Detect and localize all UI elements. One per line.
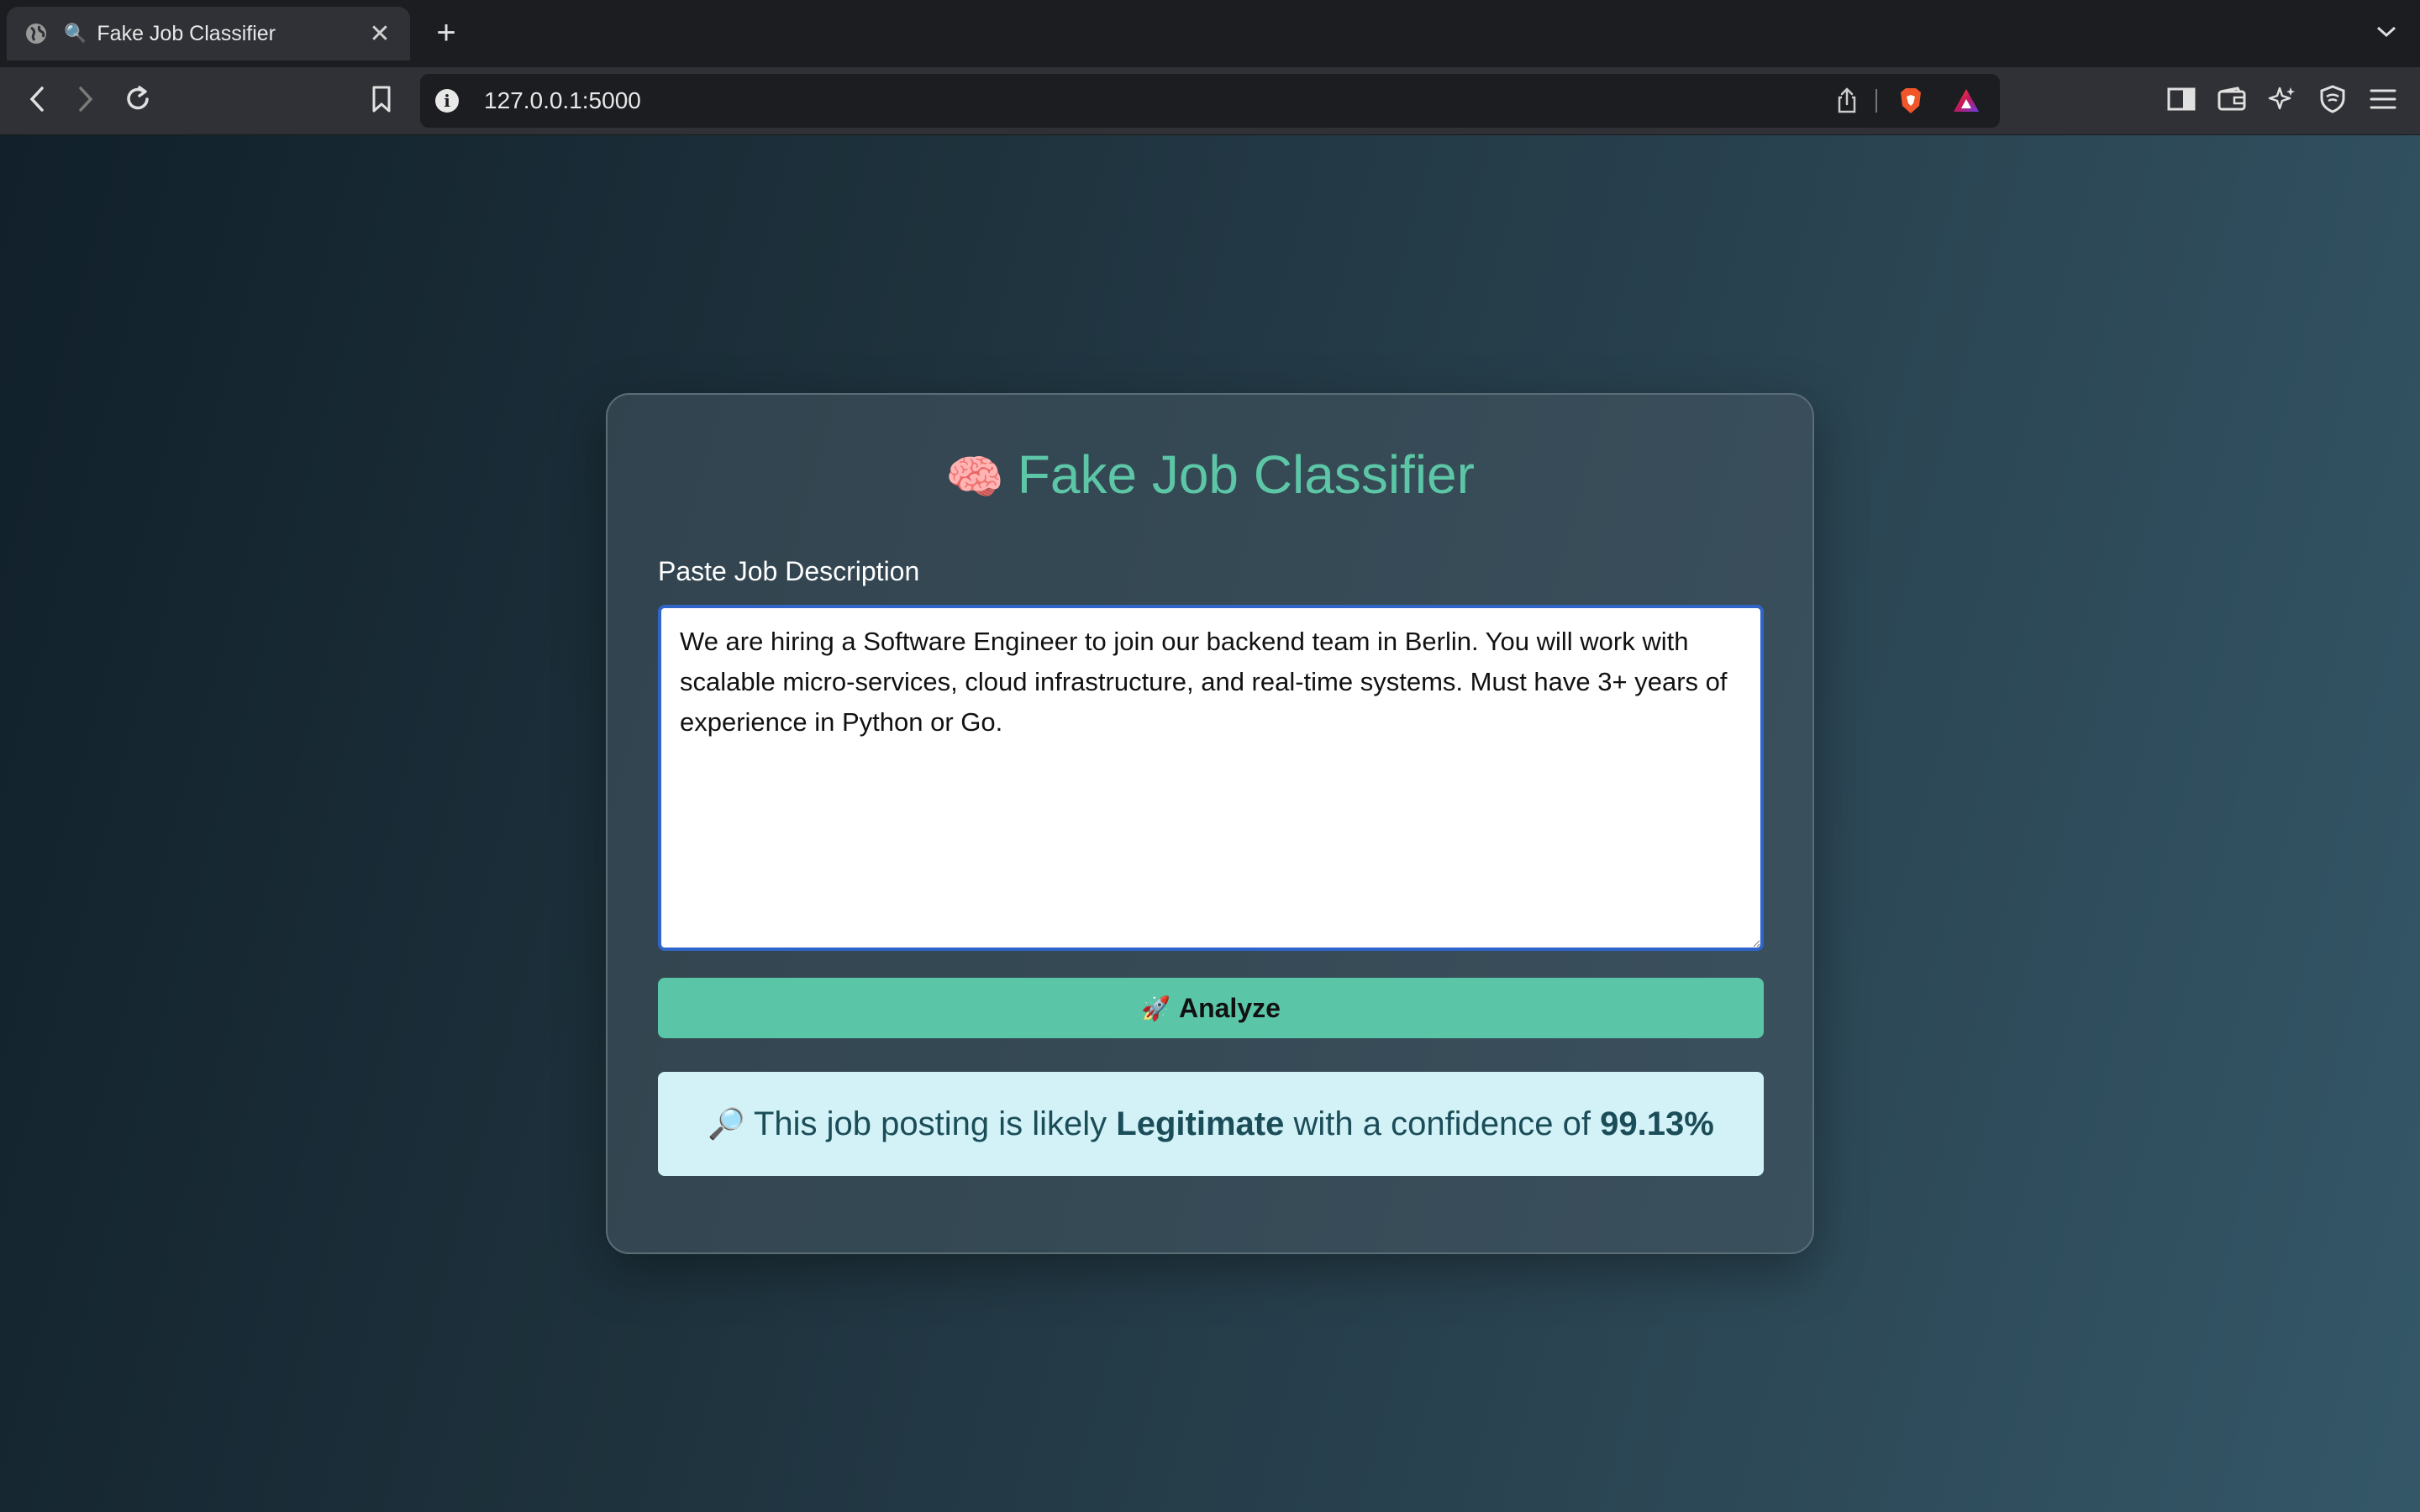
globe-icon [24,21,49,46]
reload-button[interactable] [121,84,155,118]
classifier-card: 🧠 Fake Job Classifier Paste Job Descripti… [606,393,1814,1254]
description-label: Paste Job Description [658,556,920,586]
forward-button[interactable] [69,84,103,118]
bookmark-icon [371,85,392,118]
magnifier-icon: 🔎 [708,1106,745,1141]
divider [1876,89,1877,113]
brain-icon: 🧠 [945,450,1004,503]
browser-tab-strip: 🔍 Fake Job Classifier ✕ + [0,0,2420,67]
result-confidence: 99.13% [1600,1105,1714,1142]
new-tab-button[interactable]: + [432,12,460,54]
description-field-frame: We are hiring a Software Engineer to joi… [658,605,1764,951]
result-verdict: Legitimate [1116,1105,1285,1142]
vpn-button[interactable] [2316,84,2349,118]
browser-tab[interactable]: 🔍 Fake Job Classifier ✕ [7,7,410,60]
sidebar-button[interactable] [2165,84,2198,118]
rocket-icon: 🚀 [1141,995,1171,1021]
address-bar[interactable]: i 127.0.0.1:5000 [420,74,2000,128]
arrow-left-icon [27,86,47,117]
page-title: 🧠 Fake Job Classifier [608,444,1812,506]
menu-button[interactable] [2366,84,2400,118]
browser-toolbar: i 127.0.0.1:5000 [0,67,2420,135]
magnifier-icon: 🔍 [64,23,87,44]
analyze-button[interactable]: 🚀 Analyze [658,978,1764,1038]
tab-title: Fake Job Classifier [97,21,276,45]
wallet-icon [2217,86,2246,116]
brave-shields-icon[interactable] [1896,86,1926,116]
result-prefix: This job posting is likely [753,1105,1107,1142]
shield-icon [2319,84,2346,118]
brave-rewards-icon[interactable] [1951,86,1981,116]
page-background: 🧠 Fake Job Classifier Paste Job Descripti… [0,135,2420,1512]
info-icon[interactable]: i [435,89,459,113]
reload-icon [123,84,153,118]
result-alert: 🔎 This job posting is likely Legitimate … [658,1072,1764,1176]
sidebar-icon [2167,87,2196,116]
job-description-input[interactable]: We are hiring a Software Engineer to joi… [661,608,1760,948]
url-text[interactable]: 127.0.0.1:5000 [484,87,641,114]
share-icon[interactable] [1832,86,1862,116]
back-button[interactable] [20,84,54,118]
result-middle: with a confidence of [1293,1105,1591,1142]
leo-ai-button[interactable] [2265,84,2299,118]
wallet-button[interactable] [2215,84,2249,118]
sparkle-icon [2268,85,2296,118]
analyze-label: Analyze [1178,992,1281,1023]
arrow-right-icon [76,86,96,117]
chevron-down-icon [2375,25,2397,43]
close-icon[interactable]: ✕ [366,19,393,49]
tab-list-button[interactable] [2370,17,2403,50]
hamburger-menu-icon [2370,87,2396,115]
page-title-text: Fake Job Classifier [1017,444,1475,505]
bookmark-button[interactable] [365,84,398,118]
